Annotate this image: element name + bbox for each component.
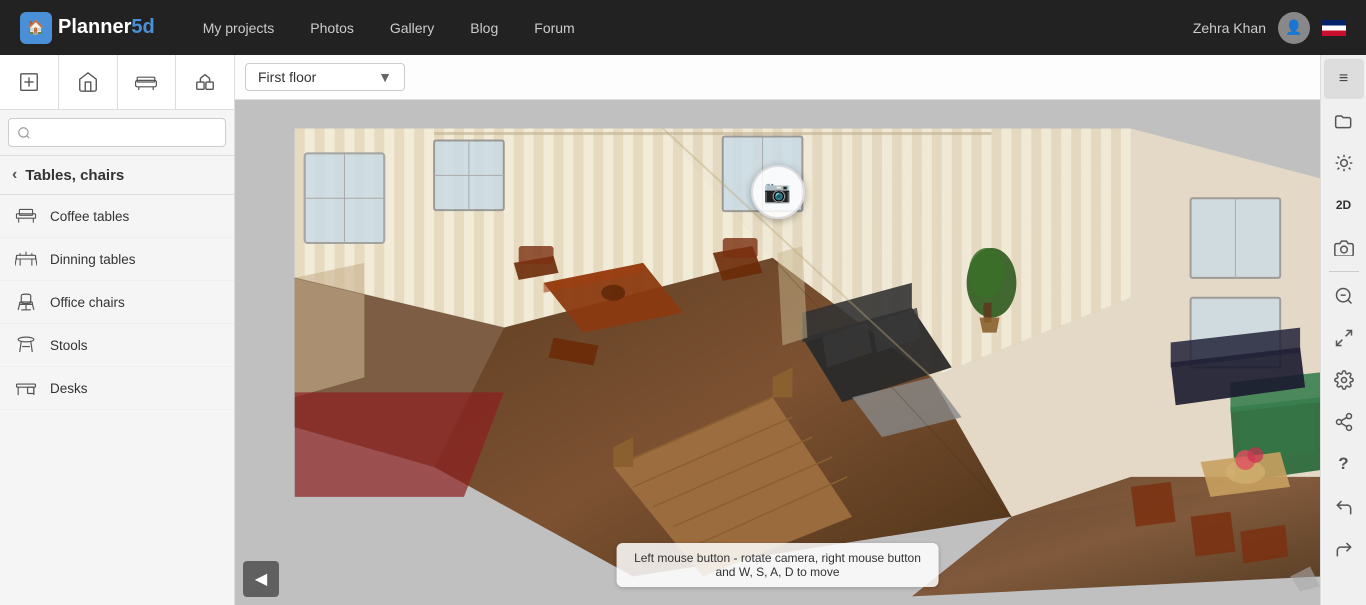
dinning-tables-label: Dinning tables bbox=[50, 252, 136, 267]
nav-gallery[interactable]: Gallery bbox=[372, 0, 452, 55]
flag-icon bbox=[1322, 20, 1346, 36]
toolbar-home[interactable] bbox=[59, 55, 118, 110]
right-btn-settings[interactable] bbox=[1324, 360, 1364, 400]
top-navigation: 🏠 Planner5d My projects Photos Gallery B… bbox=[0, 0, 1366, 55]
nav-my-projects[interactable]: My projects bbox=[185, 0, 293, 55]
right-btn-zoom[interactable] bbox=[1324, 276, 1364, 316]
menu-items: Coffee tables Dinning tables bbox=[0, 195, 234, 605]
menu-item-dinning-tables[interactable]: Dinning tables bbox=[0, 238, 234, 281]
right-btn-undo[interactable] bbox=[1324, 486, 1364, 526]
nav-forum[interactable]: Forum bbox=[516, 0, 592, 55]
menu-item-desks[interactable]: Desks bbox=[0, 367, 234, 410]
right-btn-share[interactable] bbox=[1324, 402, 1364, 442]
search-input[interactable] bbox=[8, 118, 226, 147]
sidebar-toolbar bbox=[0, 55, 234, 110]
logo-text: Planner5d bbox=[58, 16, 155, 39]
back-arrow-icon: ‹ bbox=[12, 166, 17, 184]
floor-label: First floor bbox=[258, 69, 316, 85]
menu-item-stools[interactable]: Stools bbox=[0, 324, 234, 367]
toolbar-objects[interactable] bbox=[176, 55, 234, 110]
category-title: Tables, chairs bbox=[25, 167, 124, 184]
dinning-tables-icon bbox=[14, 249, 38, 269]
stools-label: Stools bbox=[50, 338, 88, 353]
toolbar-add-room[interactable] bbox=[0, 55, 59, 110]
right-btn-fullscreen[interactable] bbox=[1324, 318, 1364, 358]
right-btn-burst[interactable] bbox=[1324, 143, 1364, 183]
3d-view[interactable]: 📷 Left mouse button - rotate camera, rig… bbox=[235, 100, 1320, 605]
office-chairs-icon bbox=[14, 292, 38, 312]
search-container bbox=[0, 110, 234, 156]
right-btn-help[interactable]: ? bbox=[1324, 444, 1364, 484]
right-btn-redo[interactable] bbox=[1324, 528, 1364, 568]
right-btn-2d[interactable]: 2D bbox=[1324, 185, 1364, 225]
coffee-tables-icon bbox=[14, 206, 38, 226]
tooltip-line2: and W, S, A, D to move bbox=[634, 565, 921, 579]
right-btn-camera[interactable] bbox=[1324, 227, 1364, 267]
right-btn-folder[interactable] bbox=[1324, 101, 1364, 141]
toolbar-furniture[interactable] bbox=[118, 55, 177, 110]
coffee-tables-label: Coffee tables bbox=[50, 209, 129, 224]
center-area: First floor ▼ bbox=[235, 55, 1320, 605]
tooltip-line1: Left mouse button - rotate camera, right… bbox=[634, 551, 921, 565]
user-name: Zehra Khan bbox=[1193, 20, 1266, 36]
desks-label: Desks bbox=[50, 381, 88, 396]
tooltip-bar: Left mouse button - rotate camera, right… bbox=[616, 543, 939, 587]
nav-links: My projects Photos Gallery Blog Forum bbox=[185, 0, 1193, 55]
nav-blog[interactable]: Blog bbox=[452, 0, 516, 55]
right-sidebar: ≡ 2D bbox=[1320, 55, 1366, 605]
office-chairs-label: Office chairs bbox=[50, 295, 125, 310]
stools-icon bbox=[14, 335, 38, 355]
user-avatar[interactable]: 👤 bbox=[1278, 12, 1310, 44]
screenshot-button[interactable]: 📷 bbox=[751, 165, 805, 219]
floor-dropdown-arrow: ▼ bbox=[378, 69, 392, 85]
right-btn-menu[interactable]: ≡ bbox=[1324, 59, 1364, 99]
floor-dropdown[interactable]: First floor ▼ bbox=[245, 63, 405, 91]
desks-icon bbox=[14, 378, 38, 398]
nav-right: Zehra Khan 👤 bbox=[1193, 12, 1346, 44]
nav-left-arrow[interactable]: ◀ bbox=[243, 561, 279, 597]
logo[interactable]: 🏠 Planner5d bbox=[20, 12, 155, 44]
right-divider bbox=[1329, 271, 1359, 272]
menu-item-office-chairs[interactable]: Office chairs bbox=[0, 281, 234, 324]
nav-photos[interactable]: Photos bbox=[292, 0, 372, 55]
left-sidebar: ‹ Tables, chairs Coffee tables bbox=[0, 55, 235, 605]
floor-selector-bar: First floor ▼ bbox=[235, 55, 1320, 100]
category-header[interactable]: ‹ Tables, chairs bbox=[0, 156, 234, 195]
main-layout: ‹ Tables, chairs Coffee tables bbox=[0, 55, 1366, 605]
menu-item-coffee-tables[interactable]: Coffee tables bbox=[0, 195, 234, 238]
logo-icon: 🏠 bbox=[20, 12, 52, 44]
